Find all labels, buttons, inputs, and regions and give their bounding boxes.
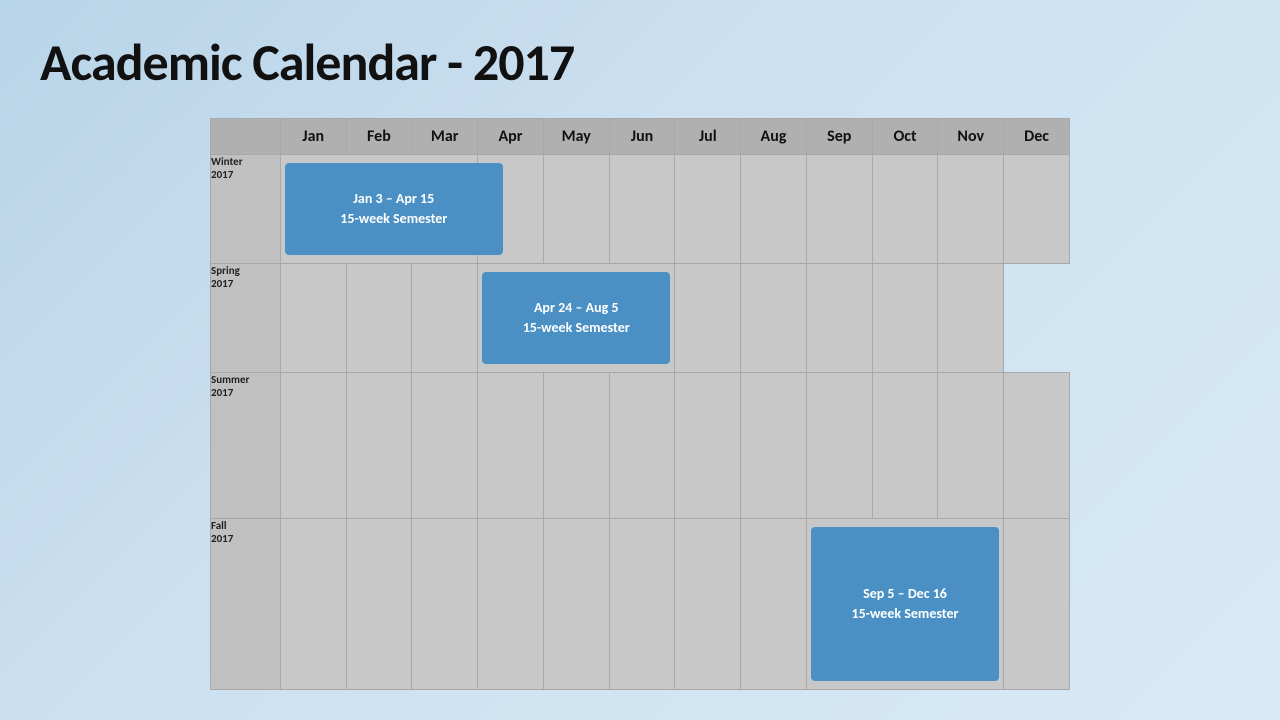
spring-oct — [806, 263, 872, 372]
winter-event-line2: 15-week Semester — [340, 209, 447, 229]
header-row: Jan Feb Mar Apr May Jun Jul Aug Sep Oct … — [211, 119, 1070, 155]
winter-may — [543, 155, 609, 264]
spring-mar — [412, 263, 478, 372]
winter-label: Winter 2017 — [211, 155, 281, 264]
header-jun: Jun — [609, 119, 675, 155]
winter-label-line1: Winter — [211, 155, 243, 168]
fall-event-block: Sep 5 – Dec 16 15-week Semester — [811, 527, 999, 681]
fall-label: Fall 2017 — [211, 519, 281, 690]
header-jan: Jan — [280, 119, 346, 155]
summer-jul — [675, 372, 741, 518]
summer-dec — [1004, 372, 1070, 518]
header-aug: Aug — [741, 119, 807, 155]
row-summer: Summer 2017 — [211, 372, 1070, 518]
winter-jun — [609, 155, 675, 264]
header-nov: Nov — [938, 119, 1004, 155]
winter-event-cell: Jan 3 – Apr 15 15-week Semester — [280, 155, 477, 264]
spring-jan — [280, 263, 346, 372]
fall-feb — [346, 519, 412, 690]
fall-event-cell: Sep 5 – Dec 16 15-week Semester — [806, 519, 1003, 690]
fall-aug — [741, 519, 807, 690]
summer-label-line2: 2017 — [211, 386, 233, 399]
page-title: Academic Calendar - 2017 — [40, 30, 1240, 94]
header-apr: Apr — [478, 119, 544, 155]
spring-nov — [872, 263, 938, 372]
header-label-cell — [211, 119, 281, 155]
summer-nov — [938, 372, 1004, 518]
fall-mar — [412, 519, 478, 690]
fall-label-line2: 2017 — [211, 532, 233, 545]
summer-may — [543, 372, 609, 518]
summer-jan — [280, 372, 346, 518]
header-may: May — [543, 119, 609, 155]
summer-sep — [806, 372, 872, 518]
spring-feb — [346, 263, 412, 372]
summer-mar — [412, 372, 478, 518]
fall-jan — [280, 519, 346, 690]
header-dec: Dec — [1004, 119, 1070, 155]
spring-event-cell: Apr 24 – Aug 5 15-week Semester — [478, 263, 675, 372]
winter-aug — [741, 155, 807, 264]
spring-event-block: Apr 24 – Aug 5 15-week Semester — [482, 272, 670, 364]
summer-apr — [478, 372, 544, 518]
fall-jun — [609, 519, 675, 690]
winter-jul — [675, 155, 741, 264]
fall-dec — [1004, 519, 1070, 690]
winter-oct — [872, 155, 938, 264]
row-fall: Fall 2017 Sep 5 – Dec 16 15-week Semeste… — [211, 519, 1070, 690]
winter-sep — [806, 155, 872, 264]
header-feb: Feb — [346, 119, 412, 155]
fall-event-line1: Sep 5 – Dec 16 — [863, 584, 947, 604]
fall-jul — [675, 519, 741, 690]
spring-event-line2: 15-week Semester — [523, 318, 630, 338]
winter-event-line1: Jan 3 – Apr 15 — [353, 189, 434, 209]
winter-dec — [1004, 155, 1070, 264]
winter-label-line2: 2017 — [211, 168, 233, 181]
fall-may — [543, 519, 609, 690]
spring-dec — [938, 263, 1004, 372]
spring-label: Spring 2017 — [211, 263, 281, 372]
header-mar: Mar — [412, 119, 478, 155]
summer-label: Summer 2017 — [211, 372, 281, 518]
calendar-table: Jan Feb Mar Apr May Jun Jul Aug Sep Oct … — [210, 118, 1070, 690]
header-jul: Jul — [675, 119, 741, 155]
fall-label-line1: Fall — [211, 519, 227, 532]
spring-event-line1: Apr 24 – Aug 5 — [534, 298, 619, 318]
summer-feb — [346, 372, 412, 518]
header-oct: Oct — [872, 119, 938, 155]
winter-nov — [938, 155, 1004, 264]
row-spring: Spring 2017 Apr 24 – Aug 5 15-week Semes… — [211, 263, 1070, 372]
summer-oct — [872, 372, 938, 518]
spring-aug — [675, 263, 741, 372]
summer-jun — [609, 372, 675, 518]
header-sep: Sep — [806, 119, 872, 155]
spring-label-line2: 2017 — [211, 277, 233, 290]
fall-event-line2: 15-week Semester — [851, 604, 958, 624]
row-winter: Winter 2017 Jan 3 – Apr 15 15-week Semes… — [211, 155, 1070, 264]
spring-label-line1: Spring — [211, 264, 240, 277]
summer-label-line1: Summer — [211, 373, 249, 386]
spring-sep — [741, 263, 807, 372]
calendar-wrapper: Jan Feb Mar Apr May Jun Jul Aug Sep Oct … — [40, 118, 1240, 690]
summer-aug — [741, 372, 807, 518]
fall-apr — [478, 519, 544, 690]
winter-event-block: Jan 3 – Apr 15 15-week Semester — [285, 163, 503, 255]
